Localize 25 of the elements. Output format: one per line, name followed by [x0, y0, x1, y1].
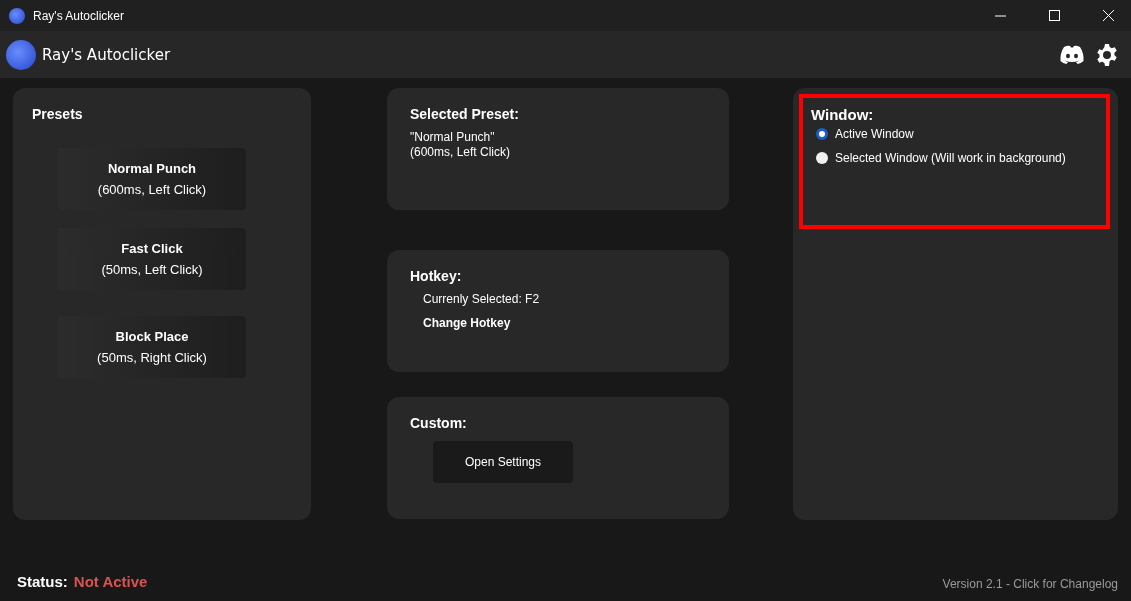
presets-heading: Presets [31, 106, 84, 122]
preset-button[interactable]: Block Place (50ms, Right Click) [58, 316, 246, 378]
window-heading: Window: [811, 106, 875, 123]
preset-button[interactable]: Normal Punch (600ms, Left Click) [58, 148, 246, 210]
selected-preset-text: "Normal Punch" (600ms, Left Click) [410, 130, 512, 160]
maximize-icon [1048, 10, 1060, 21]
change-hotkey-button[interactable]: Change Hotkey [423, 316, 511, 330]
app-avatar-icon [6, 39, 36, 70]
custom-heading: Custom: [410, 415, 468, 431]
changelog-link[interactable]: Version 2.1 - Click for Changelog [942, 577, 1118, 591]
current-hotkey-text: Currenly Selected: F2 [423, 292, 541, 306]
hotkey-heading: Hotkey: [410, 268, 463, 284]
app-avatar-icon [9, 7, 25, 24]
close-icon [1102, 10, 1114, 21]
window-title: Ray's Autoclicker [33, 8, 124, 23]
radio-button[interactable] [816, 128, 828, 140]
selected-preset-heading: Selected Preset: [410, 106, 520, 122]
open-settings-button[interactable]: Open Settings [433, 441, 573, 483]
radio-button[interactable] [816, 152, 828, 164]
status-value: Not Active [73, 573, 148, 590]
radio-label[interactable]: Selected Window (Will work in background) [835, 151, 1066, 165]
preset-button[interactable]: Fast Click (50ms, Left Click) [58, 228, 246, 290]
status-label: Status: [17, 573, 68, 590]
radio-label[interactable]: Active Window [835, 127, 914, 141]
app-title: Ray's Autoclicker [42, 45, 171, 64]
